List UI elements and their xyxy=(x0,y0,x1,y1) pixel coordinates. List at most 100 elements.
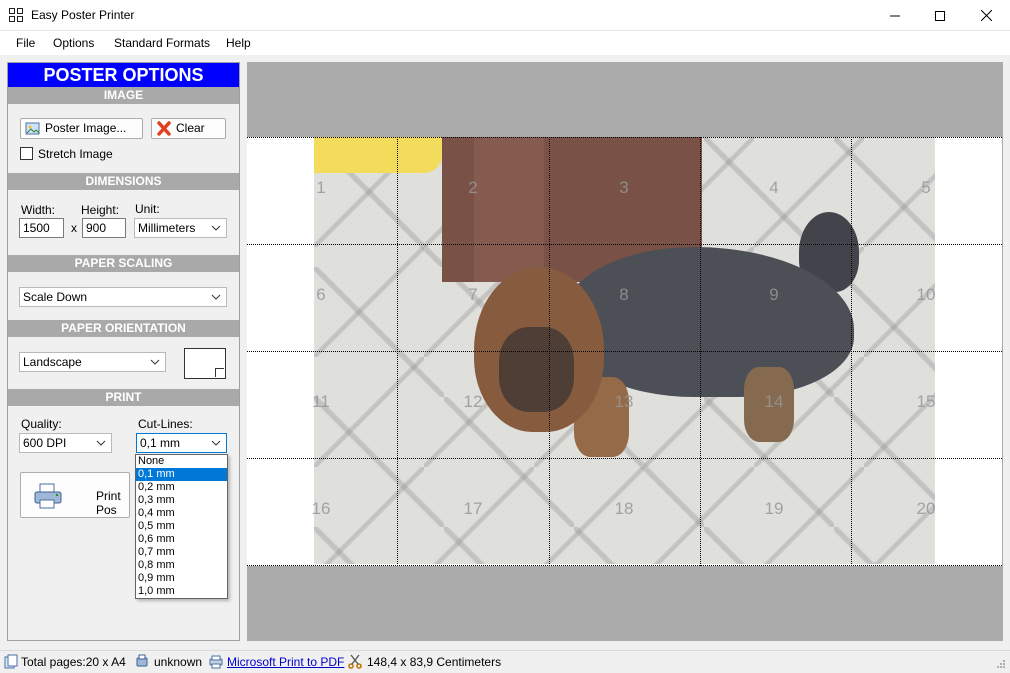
maximize-icon xyxy=(935,10,945,21)
unit-select[interactable]: Millimeters xyxy=(134,218,227,238)
cut-line-horizontal xyxy=(247,244,1002,245)
page-number: 7 xyxy=(468,285,478,304)
page-number: 18 xyxy=(614,499,634,518)
page-number: 8 xyxy=(619,285,629,304)
page-number: 9 xyxy=(769,285,779,304)
cutlines-option[interactable]: 0,3 mm xyxy=(136,494,227,507)
scissors-icon xyxy=(348,654,362,669)
menu-bar: File Options Standard Formats Help xyxy=(0,31,1010,55)
poster-sheet: 1 2 3 4 5 6 7 8 9 10 11 12 13 14 15 16 1… xyxy=(247,137,1002,566)
poster-image-button[interactable]: Poster Image... xyxy=(20,118,143,139)
maximize-button[interactable] xyxy=(917,0,963,31)
poster-image-label: Poster Image... xyxy=(45,121,127,135)
page-number: 13 xyxy=(614,392,634,411)
page-number: 5 xyxy=(921,178,931,197)
poster-preview-canvas[interactable]: 1 2 3 4 5 6 7 8 9 10 11 12 13 14 15 16 1… xyxy=(247,62,1003,641)
unit-value: Millimeters xyxy=(138,221,196,235)
dimension-separator: x xyxy=(71,221,77,235)
scaling-value: Scale Down xyxy=(23,290,88,304)
page-number: 4 xyxy=(769,178,779,197)
section-dimensions: DIMENSIONS xyxy=(8,173,239,190)
paper-type-status: unknown xyxy=(154,655,203,669)
stretch-image-checkbox[interactable] xyxy=(20,147,33,160)
cutlines-option-selected[interactable]: 0,1 mm xyxy=(136,468,227,481)
cutlines-option[interactable]: None xyxy=(136,455,227,468)
height-input[interactable]: 900 xyxy=(82,218,126,238)
minimize-button[interactable] xyxy=(872,0,918,31)
section-paper-scaling: PAPER SCALING xyxy=(8,255,239,272)
page-number: 14 xyxy=(764,392,784,411)
chevron-down-icon xyxy=(96,440,106,446)
height-label: Height: xyxy=(81,203,120,217)
cutlines-option[interactable]: 0,6 mm xyxy=(136,533,227,546)
page-number: 20 xyxy=(916,499,936,518)
chevron-down-icon xyxy=(211,294,221,300)
printer-icon xyxy=(34,483,62,509)
menu-options[interactable]: Options xyxy=(53,36,94,50)
page-number: 12 xyxy=(463,392,483,411)
page-number: 1 xyxy=(316,178,326,197)
quality-select[interactable]: 600 DPI xyxy=(19,433,112,453)
page-number: 15 xyxy=(916,392,936,411)
section-image: IMAGE xyxy=(8,87,239,104)
orientation-select[interactable]: Landscape xyxy=(19,352,166,372)
chevron-down-icon xyxy=(211,440,221,446)
status-bar: Total pages:20 x A4 unknown Microsoft Pr… xyxy=(0,650,1010,673)
cutlines-option[interactable]: 1,0 mm xyxy=(136,585,227,598)
printer-icon xyxy=(209,655,223,669)
quality-value: 600 DPI xyxy=(23,436,67,450)
panel-title: POSTER OPTIONS xyxy=(8,63,239,87)
clear-x-icon xyxy=(157,121,171,136)
page-number: 2 xyxy=(468,178,478,197)
page-number: 17 xyxy=(463,499,483,518)
cutlines-option[interactable]: 0,8 mm xyxy=(136,559,227,572)
total-pages-status: Total pages:20 x A4 xyxy=(21,655,126,669)
cutlines-option[interactable]: 0,9 mm xyxy=(136,572,227,585)
cutlines-option[interactable]: 0,5 mm xyxy=(136,520,227,533)
scaling-select[interactable]: Scale Down xyxy=(19,287,227,307)
menu-help[interactable]: Help xyxy=(226,36,251,50)
chevron-down-icon xyxy=(150,359,160,365)
print-poster-label: Print Pos xyxy=(96,489,121,517)
printer-link[interactable]: Microsoft Print to PDF xyxy=(227,655,344,669)
cutlines-option[interactable]: 0,2 mm xyxy=(136,481,227,494)
width-input[interactable]: 1500 xyxy=(19,218,64,238)
window-title: Easy Poster Printer xyxy=(31,8,135,22)
unit-label: Unit: xyxy=(135,202,160,216)
cut-line-horizontal xyxy=(247,137,1002,138)
menu-standard-formats[interactable]: Standard Formats xyxy=(114,36,210,50)
print-poster-button[interactable]: Print Pos xyxy=(20,472,130,518)
cutlines-dropdown-list[interactable]: None 0,1 mm 0,2 mm 0,3 mm 0,4 mm 0,5 mm … xyxy=(135,454,228,599)
section-paper-orientation: PAPER ORIENTATION xyxy=(8,320,239,337)
poster-size-status: 148,4 x 83,9 Centimeters xyxy=(367,655,502,669)
cut-line-horizontal xyxy=(247,351,1002,352)
resize-grip-icon[interactable] xyxy=(996,659,1006,669)
section-print: PRINT xyxy=(8,389,239,406)
close-button[interactable] xyxy=(963,0,1009,31)
title-bar: Easy Poster Printer xyxy=(0,0,1010,31)
cutlines-option[interactable]: 0,4 mm xyxy=(136,507,227,520)
cutlines-select[interactable]: 0,1 mm xyxy=(136,433,227,453)
cutlines-option[interactable]: 0,7 mm xyxy=(136,546,227,559)
page-number: 16 xyxy=(311,499,331,518)
cut-line-horizontal xyxy=(247,565,1002,566)
app-icon xyxy=(9,8,24,23)
picture-icon xyxy=(25,122,40,135)
cut-line-horizontal xyxy=(247,458,1002,459)
orientation-value: Landscape xyxy=(23,355,82,369)
width-label: Width: xyxy=(21,203,56,217)
menu-file[interactable]: File xyxy=(16,36,35,50)
page-number: 3 xyxy=(619,178,629,197)
cutlines-value: 0,1 mm xyxy=(140,436,181,450)
stretch-image-label: Stretch Image xyxy=(38,147,113,161)
clear-label: Clear xyxy=(176,121,205,135)
minimize-icon xyxy=(890,15,900,16)
cutlines-label: Cut-Lines: xyxy=(138,417,193,431)
paper-icon xyxy=(136,654,148,667)
pages-icon xyxy=(4,654,18,669)
close-icon xyxy=(980,10,992,21)
clear-button[interactable]: Clear xyxy=(151,118,226,139)
page-number: 19 xyxy=(764,499,784,518)
orientation-preview xyxy=(184,348,226,379)
page-number: 10 xyxy=(916,285,936,304)
